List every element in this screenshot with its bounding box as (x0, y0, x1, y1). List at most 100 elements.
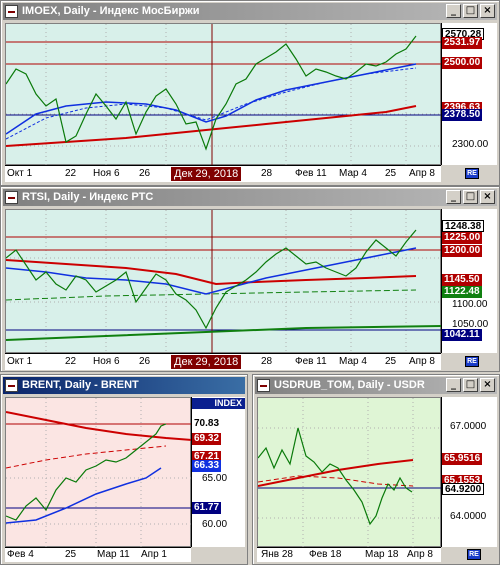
ma-green-line (5, 325, 443, 341)
imoex-price-axis[interactable]: 2570.28 2531.97 2500.00 2396.63 2378.50 … (441, 23, 497, 165)
x-tick: 25 (385, 168, 397, 179)
scroll-right-icon[interactable]: RE (465, 168, 479, 179)
y-tick: 67.0000 (450, 421, 487, 432)
price-tag: 61.77 (192, 502, 222, 514)
ma-red-line (5, 259, 417, 286)
y-tick: 60.00 (202, 519, 228, 530)
usdrub-price-line (257, 427, 413, 526)
x-tick: Мар 11 (97, 549, 130, 560)
ma-red-dashed (5, 445, 167, 469)
crosshair-date-tag: Дек 29, 2018 (171, 355, 242, 369)
price-tag: 1225.00 (442, 232, 483, 244)
price-tag: 2378.50 (442, 109, 483, 121)
x-tick: 22 (65, 168, 77, 179)
rtsi-price-axis[interactable]: 1248.38 1225.00 1200.00 1145.50 1122.48 … (441, 209, 497, 353)
window-title: RTSI, Daily - Индекс РТС (22, 191, 154, 203)
imoex-titlebar[interactable]: IMOEX, Daily - Индекс МосБиржи _ □ × (3, 3, 497, 20)
usdrub-plot-area[interactable] (257, 397, 442, 548)
scroll-right-icon[interactable]: RE (467, 549, 481, 560)
minimize-icon[interactable]: _ (446, 378, 461, 392)
brent-time-axis[interactable]: Фев 4 25 Мар 11 Апр 1 (5, 547, 191, 562)
x-tick: Фев 18 (309, 549, 342, 560)
imoex-window[interactable]: IMOEX, Daily - Индекс МосБиржи _ □ × 257… (0, 0, 500, 186)
price-tag: 64.9200 (442, 483, 485, 495)
rtsi-time-axis[interactable]: Окт 1 22 Ноя 6 26 28 Фев 11 Мар 4 25 Апр… (5, 353, 441, 370)
imoex-plot-area[interactable] (5, 23, 442, 166)
x-tick: Ноя 6 (93, 168, 120, 179)
window-title: BRENT, Daily - BRENT (22, 379, 139, 391)
x-tick: Фев 4 (7, 549, 34, 560)
rtsi-chart-svg (5, 210, 443, 354)
rtsi-plot-area[interactable] (5, 209, 443, 354)
imoex-price-line (5, 35, 417, 151)
x-tick: Апр 8 (409, 168, 435, 179)
chart-window-icon (5, 191, 18, 204)
maximize-icon[interactable]: □ (463, 190, 478, 204)
x-tick: Мар 18 (365, 549, 399, 560)
x-tick: 22 (65, 356, 77, 367)
window-title: USDRUB_TOM, Daily - USDR (274, 379, 425, 391)
x-tick: 25 (65, 549, 77, 560)
x-tick: Мар 4 (339, 356, 367, 367)
imoex-time-axis[interactable]: Окт 1 22 Ноя 6 26 28 Фев 11 Мар 4 25 Апр… (5, 165, 441, 182)
x-tick: 26 (139, 168, 151, 179)
x-tick: 26 (139, 356, 151, 367)
price-tag: 1145.50 (442, 274, 482, 286)
x-tick: Ноя 6 (93, 356, 120, 367)
y-tick: 64.0000 (450, 511, 487, 522)
ma-blue-dashed (5, 67, 417, 140)
close-icon[interactable]: × (480, 378, 495, 392)
close-icon[interactable]: × (480, 190, 495, 204)
x-tick: Янв 28 (261, 549, 293, 560)
scroll-right-icon[interactable]: RE (465, 356, 479, 367)
ma-red-line (5, 411, 193, 441)
close-icon[interactable]: × (480, 4, 495, 18)
imoex-chart-svg (5, 24, 442, 166)
x-tick: Фев 11 (295, 168, 327, 179)
minimize-icon[interactable]: _ (446, 4, 461, 18)
price-tag: 1200.00 (442, 245, 483, 257)
usdrub-titlebar[interactable]: USDRUB_TOM, Daily - USDR _ □ × (255, 377, 497, 394)
usdrub-chart-svg (257, 398, 442, 548)
brent-plot-area[interactable] (5, 397, 193, 548)
minimize-icon[interactable]: _ (446, 190, 461, 204)
x-tick: Мар 4 (339, 168, 367, 179)
price-tag: 70.83 (192, 418, 222, 430)
price-tag: 2500.00 (442, 57, 483, 69)
rtsi-window[interactable]: RTSI, Daily - Индекс РТС _ □ × 1248.38 1… (0, 186, 500, 372)
usdrub-window[interactable]: USDRUB_TOM, Daily - USDR _ □ × 67.0000 6… (252, 374, 500, 565)
y-tick: 1100.00 (452, 299, 488, 310)
ma-red-line (257, 459, 414, 487)
brent-price-line (5, 423, 167, 521)
x-tick: Фев 11 (295, 356, 327, 367)
x-tick: Апр 8 (407, 549, 433, 560)
y-tick: 65.00 (202, 473, 228, 484)
ma-red-line (5, 105, 417, 147)
brent-window[interactable]: BRENT, Daily - BRENT INDEX 70.83 69.32 6… (0, 374, 248, 565)
ma-green-dashed (5, 289, 417, 301)
crosshair-date-tag: Дек 29, 2018 (171, 167, 242, 181)
maximize-icon[interactable]: □ (463, 4, 478, 18)
brent-chart-svg (5, 398, 193, 548)
usdrub-price-axis[interactable]: 67.0000 65.9516 65.1553 64.9200 64.0000 (441, 397, 497, 547)
x-tick: 28 (261, 356, 273, 367)
ma-blue-line (5, 63, 417, 135)
price-tag: 65.9516 (442, 453, 483, 465)
chart-window-icon (5, 5, 18, 18)
rtsi-titlebar[interactable]: RTSI, Daily - Индекс РТС _ □ × (3, 189, 497, 206)
x-tick: Апр 8 (409, 356, 435, 367)
price-tag: 1122.48 (442, 286, 482, 298)
maximize-icon[interactable]: □ (463, 378, 478, 392)
ma-blue-line (5, 467, 162, 524)
y-tick: 2300.00 (452, 139, 489, 150)
price-tag: 2531.97 (442, 37, 483, 49)
chart-window-icon (257, 379, 270, 392)
chart-window-icon (5, 379, 18, 392)
window-title: IMOEX, Daily - Индекс МосБиржи (22, 5, 200, 17)
index-label: INDEX (192, 398, 245, 409)
brent-titlebar[interactable]: BRENT, Daily - BRENT (3, 377, 245, 394)
price-tag: 69.32 (192, 433, 222, 445)
x-tick: 25 (385, 356, 397, 367)
brent-price-axis[interactable]: INDEX 70.83 69.32 67.21 66.33 65.00 61.7… (191, 397, 245, 547)
usdrub-time-axis[interactable]: Янв 28 Фев 18 Мар 18 Апр 8 (257, 547, 441, 562)
